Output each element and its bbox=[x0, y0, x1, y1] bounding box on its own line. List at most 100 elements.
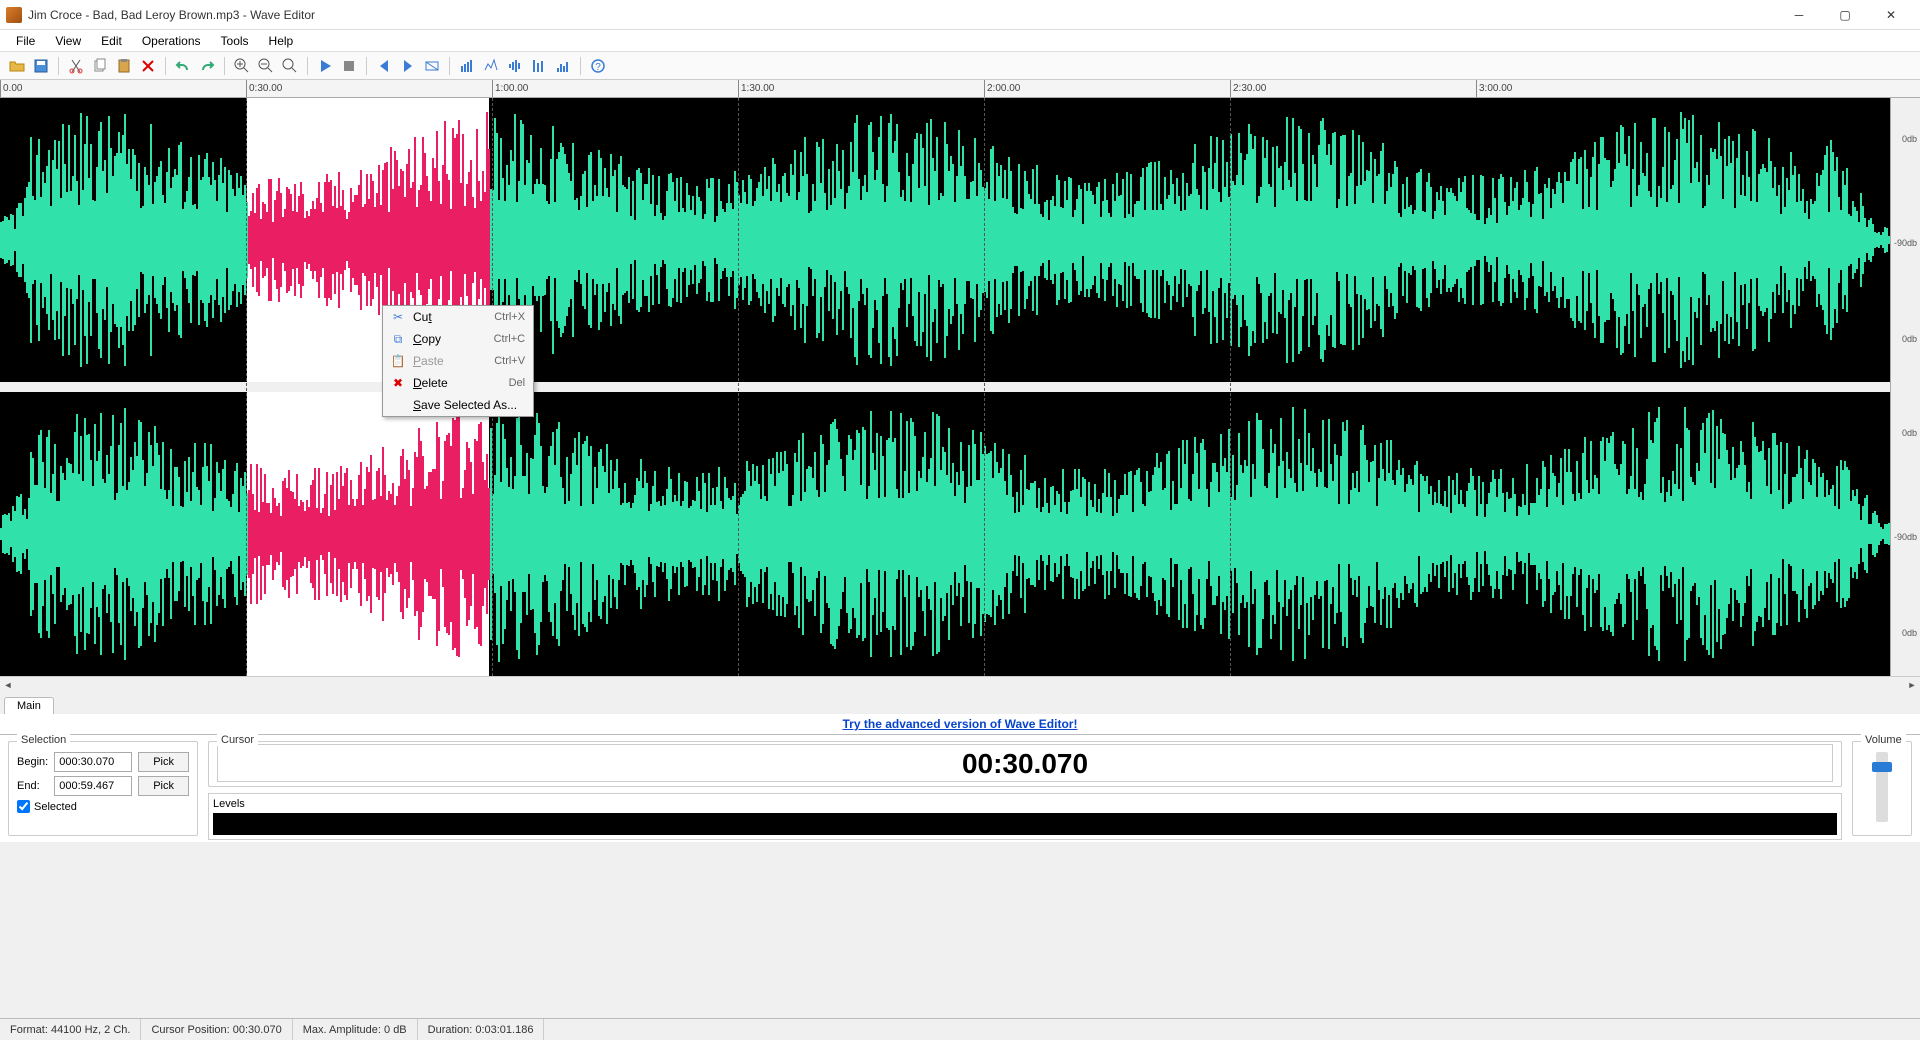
db-label: 0db bbox=[1902, 334, 1917, 344]
horizontal-scrollbar[interactable]: ◄ ► bbox=[0, 676, 1920, 692]
delete-icon[interactable] bbox=[137, 55, 159, 77]
waveform-canvas[interactable]: ✂CutCtrl+X⧉CopyCtrl+C📋PasteCtrl+V✖Delete… bbox=[0, 98, 1890, 676]
maximize-button[interactable]: ▢ bbox=[1822, 0, 1868, 30]
bottom-panel: Selection Begin: Pick End: Pick Selected… bbox=[0, 734, 1920, 842]
promo-banner: Try the advanced version of Wave Editor! bbox=[0, 714, 1920, 734]
volume-thumb[interactable] bbox=[1872, 762, 1892, 772]
menu-operations[interactable]: Operations bbox=[132, 32, 211, 50]
cursor-group: Cursor 00:30.070 Levels bbox=[208, 741, 1842, 836]
copy-icon[interactable] bbox=[89, 55, 111, 77]
selection-group-title: Selection bbox=[17, 734, 70, 746]
db-scale: 0db -90db 0db 0db -90db 0db bbox=[1890, 98, 1920, 676]
selected-label: Selected bbox=[34, 801, 77, 813]
begin-label: Begin: bbox=[17, 756, 48, 768]
normalize-icon[interactable] bbox=[480, 55, 502, 77]
tab-main[interactable]: Main bbox=[4, 697, 54, 714]
begin-input[interactable] bbox=[54, 752, 132, 772]
channel-separator bbox=[0, 382, 1890, 392]
status-cursor: Cursor Position: 00:30.070 bbox=[141, 1019, 292, 1040]
selected-checkbox[interactable] bbox=[17, 800, 30, 813]
play-icon[interactable] bbox=[314, 55, 336, 77]
end-label: End: bbox=[17, 780, 48, 792]
levels-meter bbox=[213, 813, 1837, 835]
tab-strip: Main bbox=[0, 692, 1920, 714]
ctx-copy[interactable]: ⧉CopyCtrl+C bbox=[383, 328, 533, 350]
status-amplitude: Max. Amplitude: 0 dB bbox=[293, 1019, 418, 1040]
grid-line bbox=[984, 98, 985, 676]
sel-end-icon[interactable] bbox=[397, 55, 419, 77]
cursor-time-display: 00:30.070 bbox=[217, 744, 1833, 782]
db-label: 0db bbox=[1902, 428, 1917, 438]
menu-help[interactable]: Help bbox=[259, 32, 304, 50]
title-bar: Jim Croce - Bad, Bad Leroy Brown.mp3 - W… bbox=[0, 0, 1920, 30]
waveform-bars bbox=[0, 98, 1890, 382]
minimize-button[interactable]: ─ bbox=[1776, 0, 1822, 30]
menu-edit[interactable]: Edit bbox=[91, 32, 132, 50]
ruler-tick: 2:30.00 bbox=[1230, 80, 1266, 97]
grid-line bbox=[246, 98, 247, 676]
channel-right[interactable] bbox=[0, 392, 1890, 676]
window-controls: ─ ▢ ✕ bbox=[1776, 0, 1914, 30]
db-label: -90db bbox=[1894, 238, 1917, 248]
status-format: Format: 44100 Hz, 2 Ch. bbox=[0, 1019, 141, 1040]
end-input[interactable] bbox=[54, 776, 132, 796]
close-button[interactable]: ✕ bbox=[1868, 0, 1914, 30]
stop-icon[interactable] bbox=[338, 55, 360, 77]
redo-icon[interactable] bbox=[196, 55, 218, 77]
ruler-tick: 3:00.00 bbox=[1476, 80, 1512, 97]
cursor-group-title: Cursor bbox=[217, 734, 258, 746]
waveform-area: ✂CutCtrl+X⧉CopyCtrl+C📋PasteCtrl+V✖Delete… bbox=[0, 98, 1920, 676]
zoom-fit-icon[interactable] bbox=[279, 55, 301, 77]
sel-start-icon[interactable] bbox=[373, 55, 395, 77]
db-label: -90db bbox=[1894, 532, 1917, 542]
grid-line bbox=[1230, 98, 1231, 676]
ctx-delete[interactable]: ✖DeleteDel bbox=[383, 372, 533, 394]
sel-all-icon[interactable] bbox=[421, 55, 443, 77]
menu-file[interactable]: File bbox=[6, 32, 45, 50]
scroll-track[interactable] bbox=[16, 677, 1904, 693]
svg-text:?: ? bbox=[595, 62, 601, 73]
menu-view[interactable]: View bbox=[45, 32, 91, 50]
ctx-paste: 📋PasteCtrl+V bbox=[383, 350, 533, 372]
app-icon bbox=[6, 7, 22, 23]
volume-group: Volume bbox=[1852, 741, 1912, 836]
cut-icon[interactable] bbox=[65, 55, 87, 77]
db-label: 0db bbox=[1902, 134, 1917, 144]
db-label: 0db bbox=[1902, 628, 1917, 638]
context-menu: ✂CutCtrl+X⧉CopyCtrl+C📋PasteCtrl+V✖Delete… bbox=[382, 305, 534, 417]
spectrum-icon[interactable] bbox=[552, 55, 574, 77]
ctx-save-selected-as-[interactable]: Save Selected As... bbox=[383, 394, 533, 416]
paste-icon[interactable] bbox=[113, 55, 135, 77]
ruler-tick: 0.00 bbox=[0, 80, 22, 97]
waveform-bars bbox=[0, 392, 1890, 676]
fade-icon[interactable] bbox=[456, 55, 478, 77]
volume-slider[interactable] bbox=[1876, 752, 1888, 822]
time-ruler[interactable]: 0.000:30.001:00.001:30.002:00.002:30.003… bbox=[0, 80, 1920, 98]
volume-title: Volume bbox=[1861, 734, 1906, 746]
eq-icon[interactable] bbox=[528, 55, 550, 77]
scroll-left-button[interactable]: ◄ bbox=[0, 677, 16, 693]
zoom-in-icon[interactable] bbox=[231, 55, 253, 77]
pick-end-button[interactable]: Pick bbox=[138, 776, 189, 796]
channel-left[interactable] bbox=[0, 98, 1890, 382]
ruler-tick: 1:30.00 bbox=[738, 80, 774, 97]
grid-line bbox=[738, 98, 739, 676]
pick-begin-button[interactable]: Pick bbox=[138, 752, 189, 772]
open-icon[interactable] bbox=[6, 55, 28, 77]
levels-group: Levels bbox=[208, 793, 1842, 840]
ctx-cut[interactable]: ✂CutCtrl+X bbox=[383, 306, 533, 328]
ruler-tick: 0:30.00 bbox=[246, 80, 282, 97]
amplify-icon[interactable] bbox=[504, 55, 526, 77]
status-bar: Format: 44100 Hz, 2 Ch. Cursor Position:… bbox=[0, 1018, 1920, 1040]
help-icon[interactable]: ? bbox=[587, 55, 609, 77]
menu-tools[interactable]: Tools bbox=[211, 32, 259, 50]
undo-icon[interactable] bbox=[172, 55, 194, 77]
scroll-right-button[interactable]: ► bbox=[1904, 677, 1920, 693]
status-duration: Duration: 0:03:01.186 bbox=[418, 1019, 545, 1040]
promo-link[interactable]: Try the advanced version of Wave Editor! bbox=[843, 717, 1078, 731]
toolbar: ? bbox=[0, 52, 1920, 80]
zoom-out-icon[interactable] bbox=[255, 55, 277, 77]
levels-title: Levels bbox=[213, 798, 1837, 810]
save-icon[interactable] bbox=[30, 55, 52, 77]
menu-bar: FileViewEditOperationsToolsHelp bbox=[0, 30, 1920, 52]
